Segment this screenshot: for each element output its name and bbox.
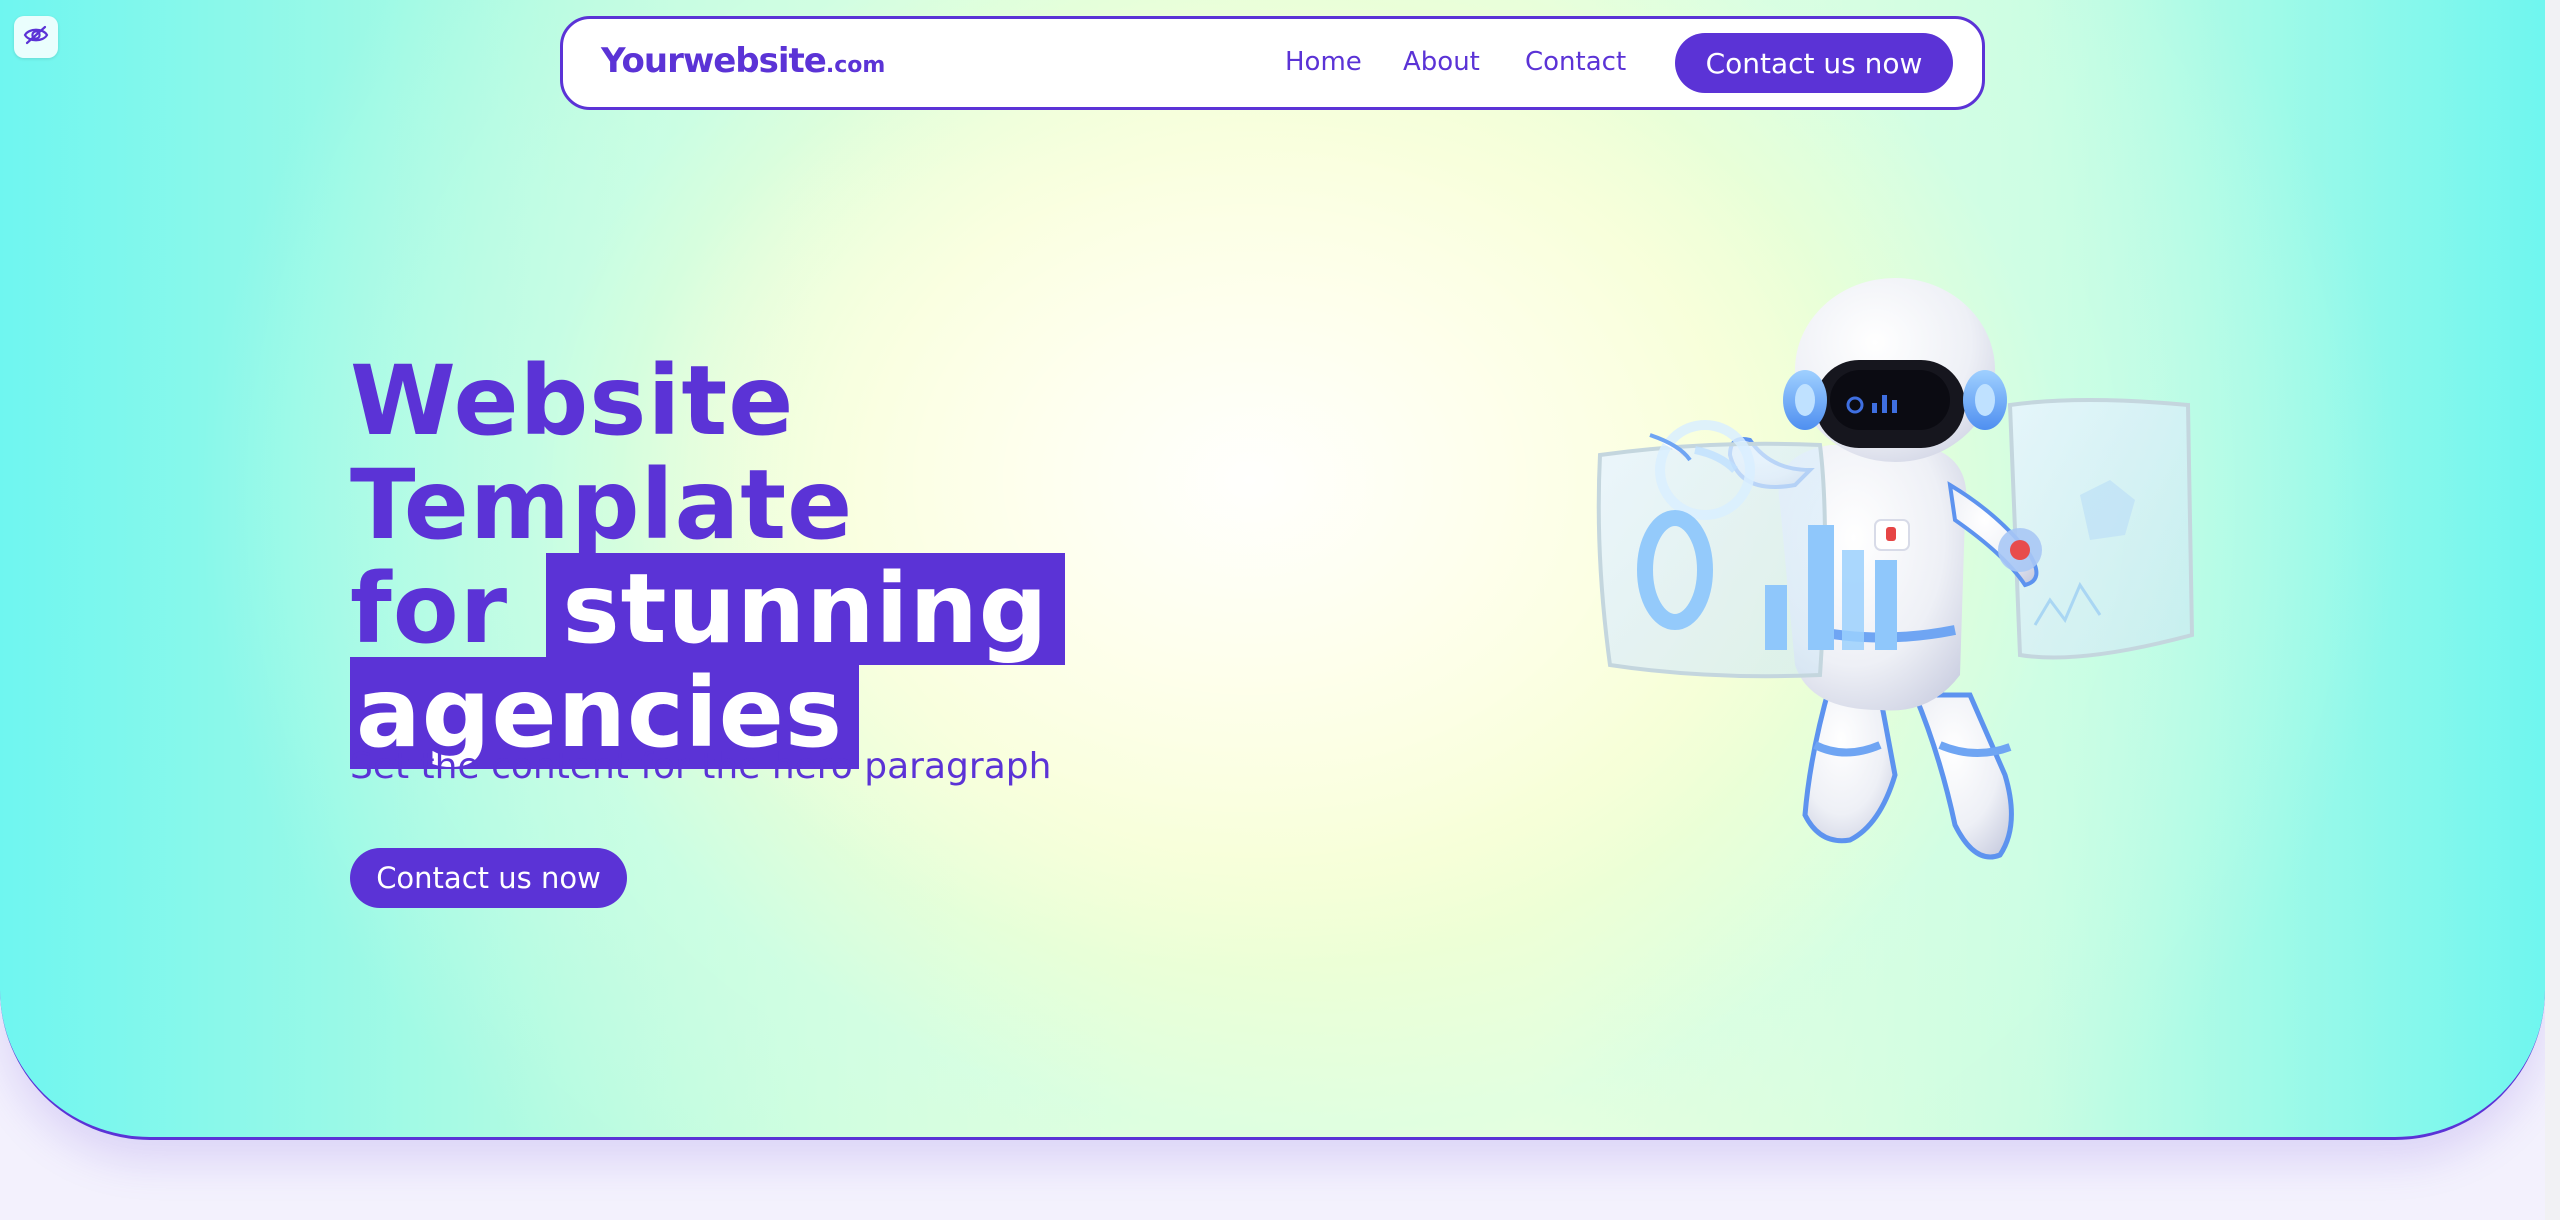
top-navbar: Yourwebsite.com Home About Contact Conta…	[560, 16, 1985, 110]
headline-highlight-stunning: stunning	[546, 553, 1065, 666]
nav-link-about[interactable]: About	[1403, 47, 1480, 77]
headline-line-1: Website Template	[350, 345, 854, 562]
logo-tld-text: .com	[825, 53, 886, 78]
hero-section: Yourwebsite.com Home About Contact Conta…	[0, 0, 2545, 1140]
nav-link-home[interactable]: Home	[1285, 47, 1362, 77]
nav-contact-button[interactable]: Contact us now	[1675, 33, 1953, 93]
astronaut-robot-illustration	[1580, 255, 2210, 885]
headline-for: for	[350, 553, 509, 666]
hero-contact-button[interactable]: Contact us now	[350, 848, 627, 908]
logo-main-text: Yourwebsite	[601, 41, 827, 81]
site-logo[interactable]: Yourwebsite.com	[601, 41, 885, 81]
page-scrollbar[interactable]	[2545, 0, 2560, 1220]
hero-headline: Website Template for stunning agencies	[350, 349, 1250, 770]
eye-slash-icon	[23, 25, 49, 49]
hero-paragraph: Set the content for the hero paragraph	[350, 746, 1052, 787]
visibility-toggle-button[interactable]	[14, 16, 58, 58]
nav-link-contact[interactable]: Contact	[1525, 47, 1626, 77]
